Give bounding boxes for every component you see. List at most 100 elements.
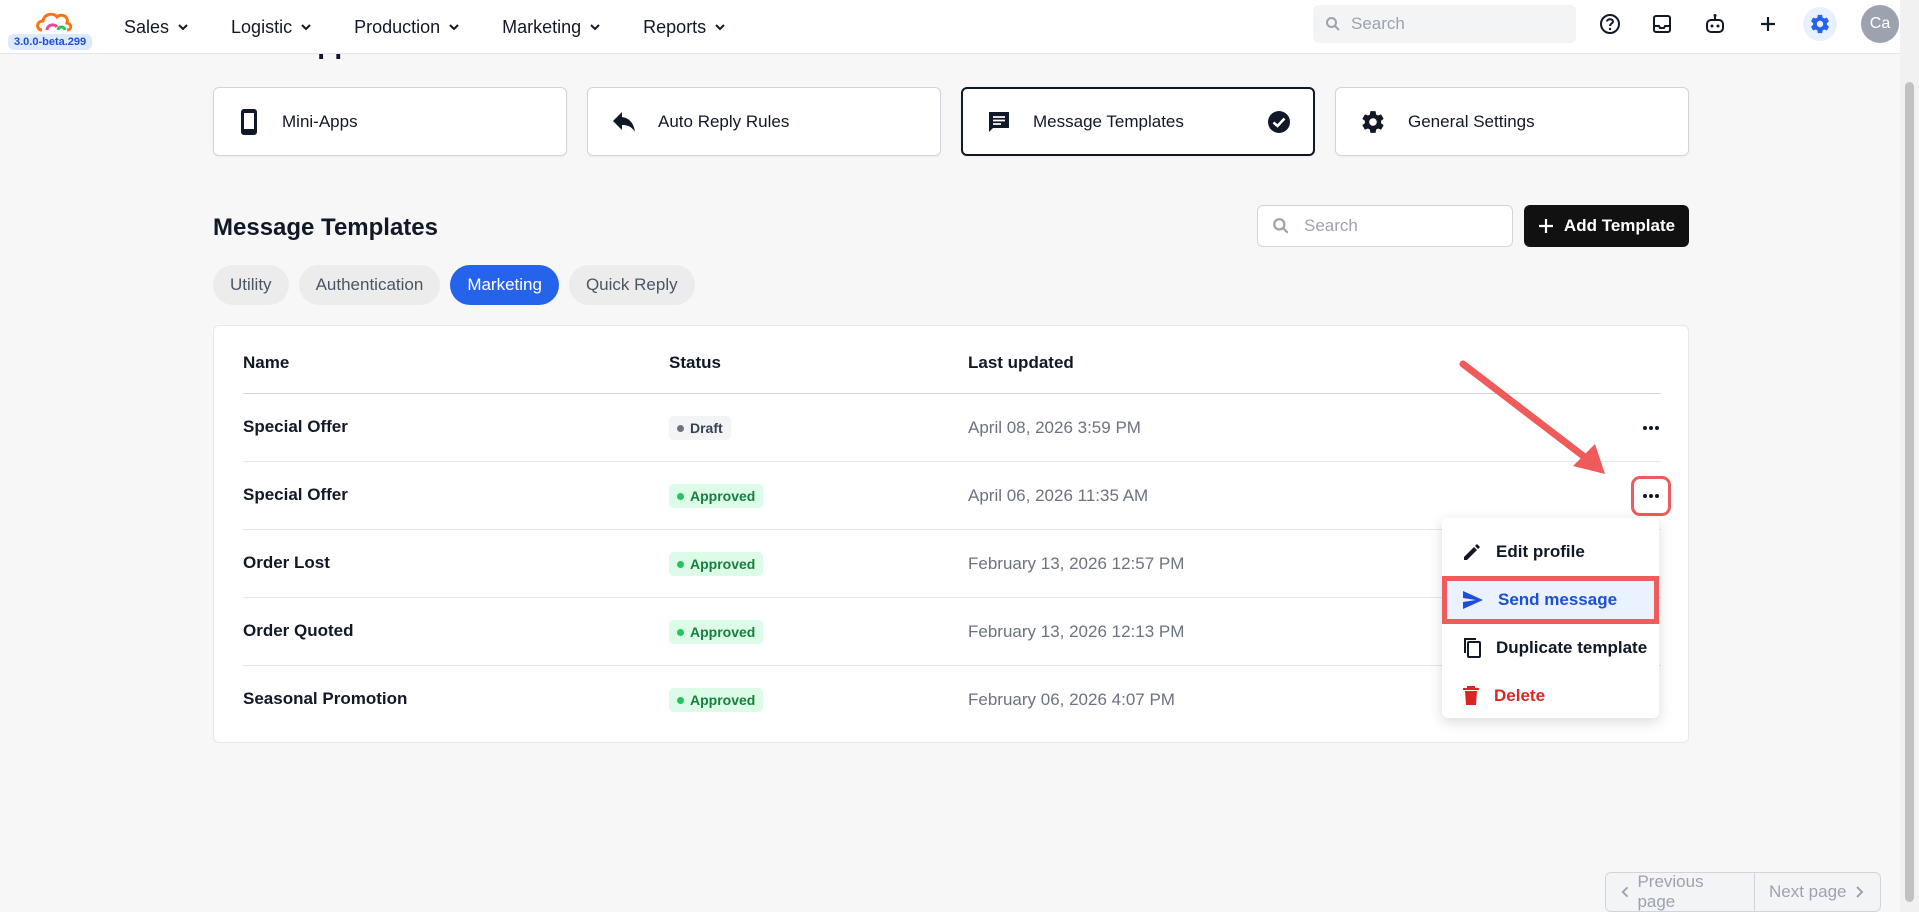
nav-production[interactable]: Production (354, 17, 460, 38)
menu-label: Delete (1494, 686, 1546, 705)
global-search-input[interactable]: Search (1313, 5, 1576, 43)
status-label: Draft (690, 420, 723, 436)
chevron-down-icon (178, 24, 188, 31)
status-label: Approved (690, 692, 756, 708)
section-card-auto-reply-rules[interactable]: Auto Reply Rules (587, 87, 941, 156)
menu-item-send-message[interactable]: Send message (1442, 576, 1659, 624)
next-page-button[interactable]: Next page (1755, 873, 1879, 911)
add-template-label: Add Template (1563, 216, 1676, 235)
more-actions-button[interactable] (1631, 476, 1671, 516)
send-icon (1463, 591, 1483, 609)
status-badge: Approved (669, 552, 764, 576)
section-card-general-settings[interactable]: General Settings (1335, 87, 1689, 156)
chevron-down-icon (590, 24, 600, 31)
reply-icon (613, 111, 635, 132)
status-dot (677, 424, 684, 432)
plus-icon (1538, 219, 1553, 233)
plus-icon[interactable] (1756, 12, 1780, 36)
nav-label: Production (354, 16, 441, 37)
status-dot (677, 560, 684, 568)
phone-icon (241, 108, 257, 135)
tab-authentication[interactable]: Authentication (298, 265, 441, 305)
search-placeholder: Search (1351, 14, 1405, 33)
nav-label: Logistic (231, 16, 293, 37)
tab-utility[interactable]: Utility (213, 265, 289, 305)
trash-icon (1463, 686, 1479, 705)
inbox-icon[interactable] (1650, 12, 1674, 36)
status-label: Approved (690, 624, 756, 640)
previous-page-button[interactable]: Previous page (1606, 873, 1755, 911)
template-name: Order Lost (243, 553, 330, 572)
top-bar: 3.0.0-beta.299 Sales Logistic Production… (0, 0, 1900, 54)
section-label: Message Templates (1033, 111, 1184, 131)
nav-label: Sales (124, 16, 170, 37)
cloud-logo-icon (36, 12, 73, 32)
search-icon (1326, 17, 1340, 31)
status-badge: Draft (669, 416, 731, 440)
section-label: General Settings (1408, 111, 1535, 131)
status-badge: Approved (669, 620, 764, 644)
nav-logistic[interactable]: Logistic (231, 17, 312, 38)
section-card-message-templates[interactable]: Message Templates (961, 87, 1315, 156)
nav-marketing[interactable]: Marketing (502, 17, 601, 38)
template-search-input[interactable]: Search (1257, 205, 1513, 247)
more-horizontal-icon (1643, 426, 1659, 430)
pager-label: Previous page (1637, 872, 1704, 911)
menu-label: Edit profile (1496, 542, 1585, 561)
tab-quick-reply[interactable]: Quick Reply (568, 265, 695, 305)
version-badge: 3.0.0-beta.299 (8, 34, 93, 50)
menu-item-edit-profile[interactable]: Edit profile (1442, 528, 1659, 576)
settings-gear-icon[interactable] (1803, 7, 1837, 41)
status-badge: Approved (669, 484, 764, 508)
status-label: Approved (690, 556, 756, 572)
pencil-icon (1464, 544, 1480, 560)
template-name: Special Offer (243, 417, 348, 436)
nav-label: Reports (643, 16, 707, 37)
search-placeholder: Search (1304, 216, 1358, 235)
section-card-mini-apps[interactable]: Mini-Apps (213, 87, 567, 156)
gear-icon (1362, 110, 1384, 133)
updated-date: February 13, 2026 12:57 PM (968, 554, 1185, 573)
more-horizontal-icon (1643, 494, 1659, 498)
chevron-right-icon (1855, 886, 1863, 898)
check-circle-icon (1268, 111, 1290, 133)
search-icon (1273, 218, 1289, 234)
updated-date: February 13, 2026 12:13 PM (968, 622, 1185, 641)
nav-reports[interactable]: Reports (643, 17, 726, 38)
column-header-updated: Last updated (968, 353, 1074, 372)
column-header-status: Status (669, 353, 721, 372)
category-tabs: Utility Authentication Marketing Quick R… (213, 265, 695, 305)
nav-sales[interactable]: Sales (124, 17, 189, 38)
template-name: Order Quoted (243, 621, 354, 640)
pagination: Previous page Next page (1605, 872, 1881, 912)
updated-date: April 06, 2026 11:35 AM (968, 486, 1149, 505)
scrollbar-thumb[interactable] (1905, 82, 1914, 902)
table-row[interactable]: Special Offer Draft April 08, 2026 3:59 … (243, 394, 1661, 462)
status-dot (677, 696, 684, 704)
robot-icon[interactable] (1703, 12, 1727, 36)
template-name: Seasonal Promotion (243, 689, 408, 708)
menu-label: Send message (1498, 590, 1618, 609)
section-label: Auto Reply Rules (658, 111, 790, 131)
main-nav: Sales Logistic Production Marketing Repo… (124, 0, 768, 54)
status-label: Approved (690, 488, 756, 504)
page-scrollbar[interactable] (1900, 0, 1919, 912)
status-dot (677, 628, 684, 636)
template-name: Special Offer (243, 485, 348, 504)
column-header-name: Name (243, 353, 290, 372)
chevron-down-icon (449, 24, 459, 31)
app-logo[interactable]: 3.0.0-beta.299 (8, 6, 98, 50)
more-actions-button[interactable] (1636, 413, 1666, 443)
status-badge: Approved (669, 688, 764, 712)
menu-item-duplicate-template[interactable]: Duplicate template (1442, 624, 1659, 672)
avatar[interactable]: Ca (1861, 5, 1899, 43)
pager-label: Next page (1769, 882, 1847, 901)
tab-marketing[interactable]: Marketing (450, 265, 559, 305)
table-header: Name Status Last updated (243, 326, 1661, 394)
chevron-down-icon (301, 24, 311, 31)
status-dot (677, 492, 684, 500)
templates-title: Message Templates (213, 214, 438, 241)
help-icon[interactable] (1598, 12, 1622, 36)
add-template-button[interactable]: Add Template (1524, 205, 1689, 247)
menu-item-delete[interactable]: Delete (1442, 672, 1659, 720)
